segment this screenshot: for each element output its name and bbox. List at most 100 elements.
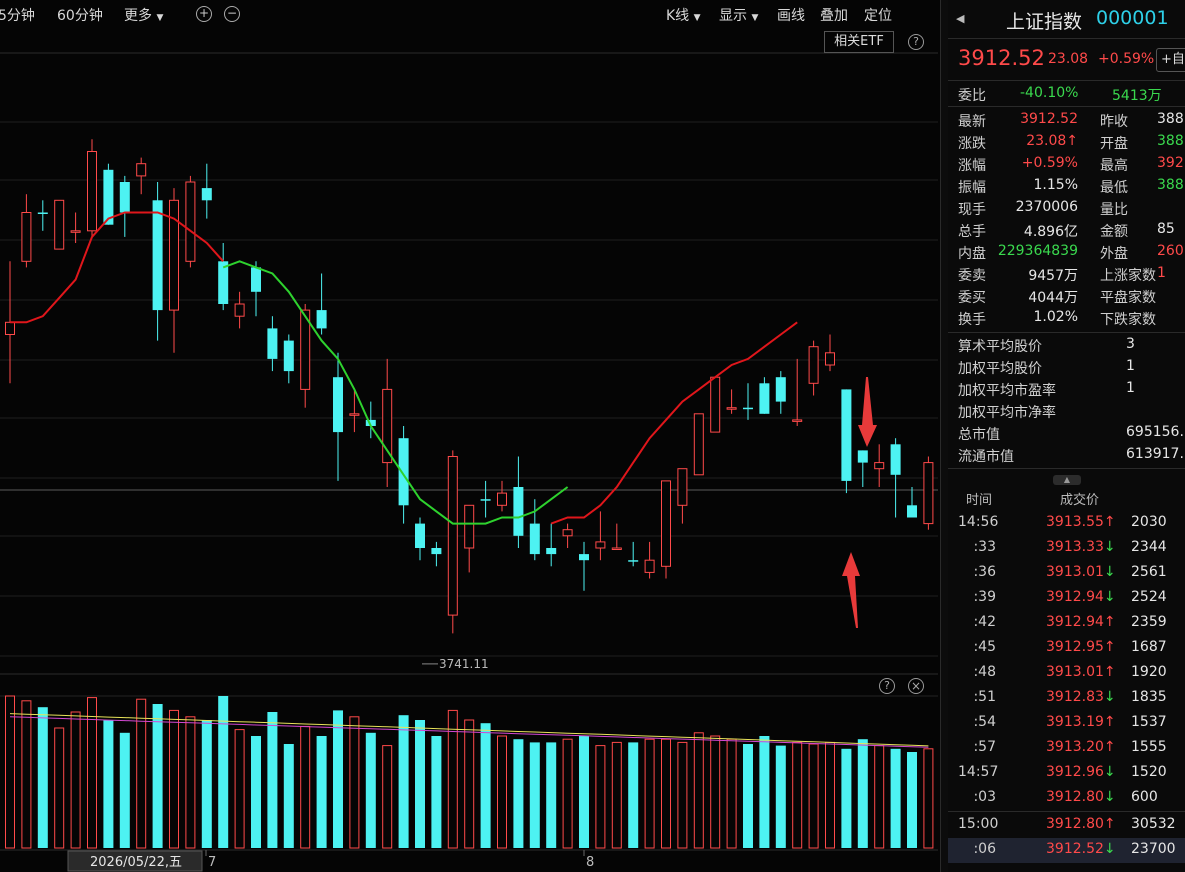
tick-row[interactable]: :39 3912.94↓ 2524: [948, 586, 1185, 611]
quote-label: 换手: [958, 312, 986, 328]
volume-bar: [119, 732, 130, 848]
candle-body: [349, 413, 360, 416]
tick-time: :48: [973, 664, 996, 680]
quote-label: 最高: [1100, 158, 1128, 174]
tick-row[interactable]: 14:57 3912.96↓ 1520: [948, 761, 1185, 786]
candle-body: [513, 487, 524, 536]
quote-label: 委卖: [958, 268, 986, 284]
volume-bar: [480, 723, 491, 848]
quote-value: 388: [1157, 111, 1184, 127]
stat-value: 1: [1126, 380, 1135, 396]
collapse-arrow-icon[interactable]: ◀: [956, 12, 964, 25]
volume-bar: [218, 696, 229, 848]
candle-body: [661, 480, 671, 567]
candle-body: [70, 230, 81, 233]
kline-chart-canvas[interactable]: 3741.11 2026/05/22,五 7 8: [0, 0, 940, 872]
volume-bar: [234, 729, 245, 849]
volume-bar: [743, 744, 753, 848]
quote-label: 上涨家数: [1100, 268, 1156, 284]
volume-bar: [365, 732, 376, 848]
locate-button[interactable]: 定位: [864, 5, 892, 25]
candle-body: [562, 529, 573, 537]
tick-row[interactable]: :54 3913.19↑ 1537: [948, 711, 1185, 736]
tick-row[interactable]: :42 3912.94↑ 2359: [948, 611, 1185, 636]
display-dropdown[interactable]: 显示 ▼: [719, 5, 758, 25]
volume-bar: [201, 720, 212, 848]
add-watchlist-button[interactable]: +自: [1156, 48, 1185, 72]
candle-body: [136, 163, 147, 177]
volume-bar: [775, 745, 786, 848]
tick-row[interactable]: :06 3912.52↓ 23700: [948, 838, 1185, 863]
tick-time: :54: [973, 714, 996, 730]
zoom-in-icon[interactable]: +: [196, 6, 212, 22]
volume-bar: [70, 711, 81, 849]
quote-value: 388: [1157, 177, 1184, 193]
kline-type-dropdown[interactable]: K线 ▼: [666, 5, 701, 25]
tick-row[interactable]: :57 3913.20↑ 1555: [948, 736, 1185, 761]
tick-volume: 2359: [1131, 614, 1167, 630]
quote-value: 23.08↑: [1026, 133, 1078, 149]
tick-row[interactable]: :03 3912.80↓ 600: [948, 786, 1185, 811]
tick-row[interactable]: :48 3913.01↑ 1920: [948, 661, 1185, 686]
tick-volume: 2561: [1131, 564, 1167, 580]
help-icon[interactable]: ?: [908, 34, 924, 50]
divider: [948, 332, 1185, 333]
volume-bar: [37, 707, 48, 848]
expand-handle-icon[interactable]: ▲: [1053, 475, 1081, 485]
volume-bar: [857, 739, 868, 848]
period-5min-tab[interactable]: 5分钟: [0, 5, 35, 25]
x-tick-label: 7: [208, 855, 216, 870]
chart-toolbar: 5分钟 60分钟 更多 ▼ + − K线 ▼ 显示 ▼ 画线 叠加 定位: [0, 0, 940, 28]
quote-value: 1.15%: [1033, 177, 1078, 193]
candle-body: [480, 499, 491, 501]
divider: [948, 811, 1185, 812]
volume-help-icon[interactable]: ?: [879, 678, 895, 694]
weibi-pct: -40.10%: [1020, 85, 1079, 101]
volume-bar: [693, 732, 704, 849]
volume-bar: [825, 741, 835, 849]
related-etf-button[interactable]: 相关ETF: [824, 31, 894, 53]
tick-row[interactable]: 15:00 3912.80↑ 30532: [948, 813, 1185, 838]
tick-volume: 1555: [1131, 739, 1167, 755]
tick-row[interactable]: :33 3913.33↓ 2344: [948, 536, 1185, 561]
volume-bar: [513, 739, 524, 848]
candle-body: [710, 376, 721, 433]
stock-code: 000001: [1096, 7, 1169, 29]
candle-body: [398, 438, 409, 506]
close-volume-icon[interactable]: ×: [908, 678, 924, 694]
overlay-button[interactable]: 叠加: [820, 5, 848, 25]
tick-volume: 1920: [1131, 664, 1167, 680]
down-arrow-icon: [858, 377, 877, 447]
candle-body: [431, 548, 442, 555]
stat-label: 加权平均市盈率: [958, 383, 1056, 399]
divider: [948, 468, 1185, 469]
candle-body: [5, 321, 15, 335]
tick-row[interactable]: :36 3913.01↓ 2561: [948, 561, 1185, 586]
volume-bar: [87, 697, 97, 849]
tick-volume: 1520: [1131, 764, 1167, 780]
kline-chart-panel[interactable]: 3741.11 2026/05/22,五 7 8 5分钟 60分钟 更多 ▼ + − …: [0, 0, 940, 872]
stock-name: 上证指数: [1006, 11, 1083, 33]
stat-value: 613917.: [1126, 446, 1184, 462]
quote-value: 1.02%: [1033, 309, 1078, 325]
quote-sidebar: ◀ 上证指数 000001 3912.52 23.08 +0.59% +自 委比…: [948, 0, 1185, 872]
stock-title: ◀ 上证指数 000001: [948, 0, 1185, 38]
candle-body: [218, 261, 229, 304]
tick-row[interactable]: :45 3912.95↑ 1687: [948, 636, 1185, 661]
tick-volume: 23700: [1131, 841, 1176, 857]
tick-row[interactable]: 14:56 3913.55↑ 2030: [948, 511, 1185, 536]
candle-body: [743, 407, 753, 410]
more-periods-dropdown[interactable]: 更多 ▼: [124, 5, 163, 25]
tick-row[interactable]: :51 3912.83↓ 1835: [948, 686, 1185, 711]
volume-bar: [464, 719, 475, 849]
stat-label: 加权平均股价: [958, 361, 1042, 377]
quote-value: 229364839: [997, 243, 1078, 259]
candle-body: [21, 212, 32, 262]
stat-label: 算术平均股价: [958, 339, 1042, 355]
period-60min-tab[interactable]: 60分钟: [57, 5, 103, 25]
volume-bar: [316, 736, 327, 848]
tick-time: :33: [973, 539, 996, 555]
draw-line-button[interactable]: 画线: [777, 5, 805, 25]
candle-body: [923, 462, 934, 525]
zoom-out-icon[interactable]: −: [224, 6, 240, 22]
